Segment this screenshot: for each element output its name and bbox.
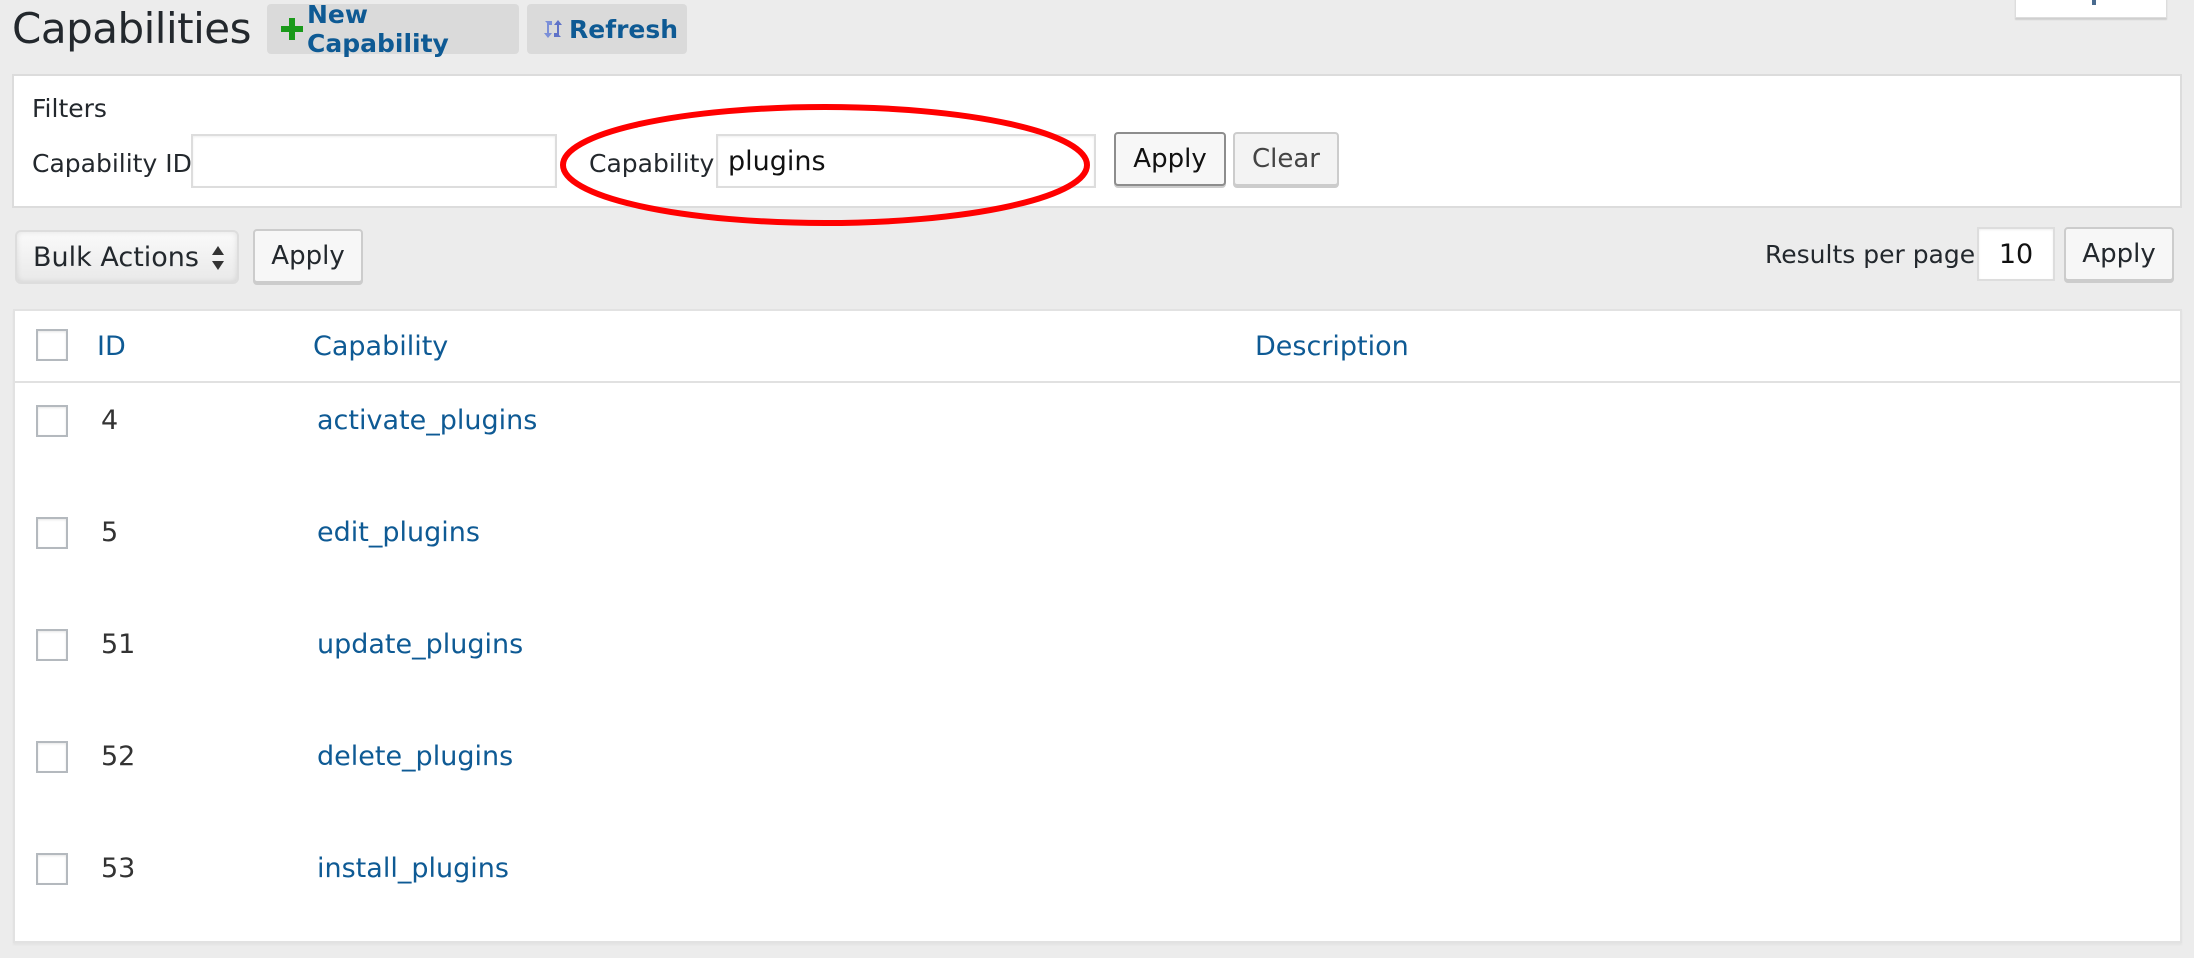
column-header-description[interactable]: Description [1255, 331, 1409, 362]
cell-capability-link[interactable]: activate_plugins [317, 405, 537, 436]
clear-filter-button[interactable]: Clear [1233, 132, 1339, 186]
page-title: Capabilities [12, 4, 252, 53]
row-checkbox[interactable] [36, 405, 68, 437]
row-checkbox[interactable] [36, 517, 68, 549]
plus-icon [281, 18, 303, 40]
capabilities-table: ID Capability Description 4 activate_plu… [13, 309, 2182, 943]
table-row: 5 edit_plugins [15, 497, 2180, 609]
cell-id: 5 [101, 517, 119, 548]
apply-filter-button[interactable]: Apply [1114, 132, 1226, 186]
capability-id-input[interactable] [191, 134, 557, 188]
cell-capability-link[interactable]: install_plugins [317, 853, 509, 884]
refresh-button[interactable]: Refresh [527, 4, 687, 54]
capability-id-label: Capability ID [32, 149, 192, 178]
results-per-page-apply-button[interactable]: Apply [2064, 227, 2174, 281]
bulk-apply-button[interactable]: Apply [253, 229, 363, 283]
row-checkbox[interactable] [36, 853, 68, 885]
column-header-id[interactable]: ID [97, 331, 126, 362]
cell-id: 4 [101, 405, 119, 436]
select-all-checkbox[interactable] [36, 329, 68, 361]
row-checkbox[interactable] [36, 741, 68, 773]
cell-id: 53 [101, 853, 136, 884]
capability-filter-input[interactable] [716, 134, 1096, 188]
refresh-icon [541, 17, 565, 41]
new-capability-button[interactable]: New Capability [267, 0, 519, 58]
column-header-capability[interactable]: Capability [313, 331, 448, 362]
cell-capability-link[interactable]: update_plugins [317, 629, 523, 660]
table-row: 52 delete_plugins [15, 721, 2180, 833]
cell-id: 51 [101, 629, 136, 660]
capability-filter-label: Capability [589, 149, 715, 178]
bulk-actions-select[interactable]: Bulk Actions [15, 230, 239, 284]
help-tab-glyph [2092, 0, 2096, 5]
results-per-page-label: Results per page [1765, 240, 1976, 269]
cell-id: 52 [101, 741, 136, 772]
refresh-label: Refresh [569, 14, 679, 44]
cell-capability-link[interactable]: edit_plugins [317, 517, 480, 548]
filters-panel: Filters Capability ID Capability Apply C… [12, 74, 2182, 208]
table-row: 4 activate_plugins [15, 385, 2180, 497]
table-header: ID Capability Description [15, 311, 2180, 383]
new-capability-label: New Capability [307, 0, 449, 58]
bulk-actions-selected: Bulk Actions [33, 241, 199, 273]
cell-capability-link[interactable]: delete_plugins [317, 741, 513, 772]
table-row: 53 install_plugins [15, 833, 2180, 945]
filters-title: Filters [32, 94, 107, 123]
help-tab[interactable] [2015, 0, 2167, 18]
results-per-page-input[interactable] [1977, 227, 2055, 281]
table-row: 51 update_plugins [15, 609, 2180, 721]
row-checkbox[interactable] [36, 629, 68, 661]
select-updown-icon [212, 246, 224, 270]
